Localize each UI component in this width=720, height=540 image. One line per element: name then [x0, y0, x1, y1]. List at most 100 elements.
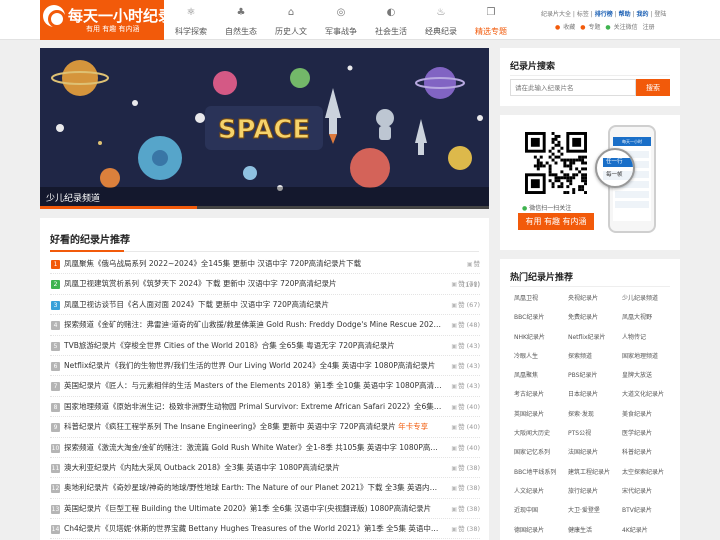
- login-link[interactable]: | 登陆: [650, 11, 666, 18]
- hot-tag[interactable]: BTV纪录片: [618, 501, 676, 520]
- hot-tag[interactable]: 人物传记: [618, 328, 676, 347]
- list-item[interactable]: 1 凤凰聚焦《俄乌战局系列 2022~2024》全145集 更新中 汉语中字 72…: [50, 254, 480, 289]
- ranking-link[interactable]: 排行榜: [595, 11, 613, 18]
- documentary-link[interactable]: 凤凰聚焦《俄乌战局系列 2022~2024》全145集 更新中 汉语中字 720…: [64, 254, 442, 274]
- hot-tag[interactable]: Netflix纪录片: [564, 328, 618, 347]
- hot-tag[interactable]: 近现中国: [510, 501, 564, 520]
- list-item[interactable]: 6 Netflix纪录片《我们的生物世界/我们生活的世界 Our Living W…: [50, 356, 480, 377]
- hot-tag[interactable]: 大卫·爱登堡: [564, 501, 618, 520]
- hot-tag[interactable]: 凤凰卫视: [510, 289, 564, 308]
- nav-featured[interactable]: ❒ 精选专题: [466, 0, 516, 40]
- nav-science[interactable]: ⚛ 科学探索: [166, 0, 216, 40]
- hot-tag[interactable]: 4K纪录片: [618, 521, 676, 540]
- hot-tag[interactable]: 国家记忆系列: [510, 443, 564, 462]
- mine-link[interactable]: 我的: [636, 11, 648, 18]
- like-count[interactable]: 赞 (43): [450, 356, 480, 377]
- nav-military[interactable]: ◎ 军事战争: [316, 0, 366, 40]
- hot-tag[interactable]: 建筑工程纪录片: [564, 463, 618, 482]
- hot-tag[interactable]: 免费纪录片: [564, 308, 618, 327]
- hot-tag[interactable]: 凤凰聚焦: [510, 366, 564, 385]
- like-count[interactable]: 赞 (38): [450, 478, 480, 499]
- like-count[interactable]: 赞 (70): [450, 274, 480, 295]
- nav-classic[interactable]: ♨ 经典纪录: [416, 0, 466, 40]
- hot-tag[interactable]: 冷眼人生: [510, 347, 564, 366]
- documentary-link[interactable]: 奥地利纪录片《奇妙星球/神奇的地球/野性地球 Earth: The Nature…: [64, 478, 442, 498]
- hot-tag[interactable]: 国家地理频道: [618, 347, 676, 366]
- hot-tag[interactable]: 少儿纪录频道: [618, 289, 676, 308]
- topic-link[interactable]: 专题: [588, 24, 600, 31]
- list-item[interactable]: 11 澳大利亚纪录片《内陆大采风 Outback 2018》全3集 英语中字 10…: [50, 458, 480, 479]
- list-item[interactable]: 10 探索频道《激流大淘金/金矿的赌注：激流篇 Gold Rush White W…: [50, 438, 480, 458]
- help-link[interactable]: 帮助: [619, 11, 631, 18]
- search-button[interactable]: 搜索: [636, 79, 670, 96]
- hot-tag[interactable]: 科普纪录片: [618, 443, 676, 462]
- hot-tag[interactable]: 旅行纪录片: [564, 482, 618, 501]
- hot-tag[interactable]: 探索频道: [564, 347, 618, 366]
- hot-tag[interactable]: 太空探索纪录片: [618, 463, 676, 482]
- documentary-link[interactable]: 科普纪录片《疯狂工程学系列 The Insane Engineering》全8集…: [64, 417, 442, 437]
- like-count[interactable]: 赞 (40): [450, 417, 480, 438]
- list-item[interactable]: 9 科普纪录片《疯狂工程学系列 The Insane Engineering》全8…: [50, 417, 480, 438]
- documentary-link[interactable]: Ch4纪录片《贝塔妮·休斯的世界宝藏 Bettany Hughes Treasu…: [64, 519, 442, 539]
- favorite-link[interactable]: 收藏: [563, 24, 575, 31]
- documentary-link[interactable]: 澳大利亚纪录片《内陆大采风 Outback 2018》全3集 英语中字 1080…: [64, 458, 442, 478]
- nav-history[interactable]: ⌂ 历史人文: [266, 0, 316, 40]
- list-item[interactable]: 14 Ch4纪录片《贝塔妮·休斯的世界宝藏 Bettany Hughes Trea…: [50, 519, 480, 540]
- hot-tag[interactable]: PBS纪录片: [564, 366, 618, 385]
- hot-tag[interactable]: 探索·发现: [564, 405, 618, 424]
- documentary-link[interactable]: 凤凰卫视建筑赏析系列《筑梦天下 2024》下载 更新中 汉语中字 720P高清纪…: [64, 274, 442, 294]
- like-count[interactable]: 赞 (38): [450, 499, 480, 520]
- like-count[interactable]: 赞 (67): [450, 295, 480, 316]
- hot-tag[interactable]: 凤凰大视野: [618, 308, 676, 327]
- documentary-link[interactable]: 英国纪录片《巨型工程 Building the Ultimate 2020》第1…: [64, 499, 442, 519]
- documentary-link[interactable]: Netflix纪录片《我们的生物世界/我们生活的世界 Our Living Wo…: [64, 356, 442, 376]
- nav-society[interactable]: ◐ 社会生活: [366, 0, 416, 40]
- like-count[interactable]: 赞 (43): [450, 336, 480, 357]
- hot-tag[interactable]: 大道文化纪录片: [618, 385, 676, 404]
- search-input[interactable]: [510, 79, 636, 96]
- hot-tag[interactable]: 英国纪录片: [510, 405, 564, 424]
- register-link[interactable]: 注册: [643, 24, 655, 31]
- hot-tag[interactable]: BBC纪录片: [510, 308, 564, 327]
- nav-nature[interactable]: ♣ 自然生态: [216, 0, 266, 40]
- hot-tag[interactable]: 医学纪录片: [618, 424, 676, 443]
- site-logo[interactable]: 每天一小时纪录片 有用 有趣 有内涵: [40, 0, 188, 40]
- hot-tag[interactable]: 宋代纪录片: [618, 482, 676, 501]
- wechat-link[interactable]: 关注微信: [614, 24, 638, 31]
- documentary-link[interactable]: 探索频道《金矿的赌注：弗雷迪·道奇的矿山救援/救星佛莱迪 Gold Rush: …: [64, 315, 442, 335]
- like-count[interactable]: 赞 (43): [450, 376, 480, 397]
- top-links-left[interactable]: 纪录片大全 | 标签 |: [541, 11, 593, 18]
- documentary-link[interactable]: 英国纪录片《匠人：与元素相伴的生活 Masters of the Element…: [64, 376, 442, 396]
- hot-tag[interactable]: 人文纪录片: [510, 482, 564, 501]
- like-count[interactable]: 赞 (40): [450, 397, 480, 418]
- hot-tag[interactable]: BBC地平线系列: [510, 463, 564, 482]
- list-item[interactable]: 7 英国纪录片《匠人：与元素相伴的生活 Masters of the Elemen…: [50, 376, 480, 397]
- documentary-link[interactable]: 国家地理频道《原始非洲生记：极致非洲野生动物园 Primal Survivor:…: [64, 397, 442, 417]
- list-item[interactable]: 3 凤凰卫视访谈节目《名人面对面 2024》下载 更新中 汉语中字 720P高清纪…: [50, 295, 480, 316]
- hot-tag[interactable]: 健康生活: [564, 521, 618, 540]
- hot-tag[interactable]: 大阪闻大历史: [510, 424, 564, 443]
- list-item[interactable]: 8 国家地理频道《原始非洲生记：极致非洲野生动物园 Primal Survivor…: [50, 397, 480, 418]
- hot-tag[interactable]: 日本纪录片: [564, 385, 618, 404]
- like-count[interactable]: 赞 (38): [450, 458, 480, 479]
- hot-tag[interactable]: 皇牌大放送: [618, 366, 676, 385]
- documentary-link[interactable]: 探索频道《激流大淘金/金矿的赌注：激流篇 Gold Rush White Wat…: [64, 438, 442, 458]
- list-item[interactable]: 2 凤凰卫视建筑赏析系列《筑梦天下 2024》下载 更新中 汉语中字 720P高清…: [50, 274, 480, 295]
- like-count[interactable]: 赞 (38): [450, 519, 480, 540]
- documentary-link[interactable]: 凤凰卫视访谈节目《名人面对面 2024》下载 更新中 汉语中字 720P高清纪录…: [64, 295, 442, 315]
- list-item[interactable]: 4 探索频道《金矿的赌注：弗雷迪·道奇的矿山救援/救星佛莱迪 Gold Rush:…: [50, 315, 480, 336]
- list-item[interactable]: 12 奥地利纪录片《奇妙星球/神奇的地球/野性地球 Earth: The Natu…: [50, 478, 480, 499]
- hot-tag[interactable]: 央视纪录片: [564, 289, 618, 308]
- like-count[interactable]: 赞 (40): [450, 438, 480, 459]
- hot-tag[interactable]: PTS公视: [564, 424, 618, 443]
- like-count[interactable]: 赞 (48): [450, 315, 480, 336]
- banner-carousel[interactable]: SPACE 少儿纪录频道: [40, 48, 489, 209]
- hot-tag[interactable]: NHK纪录片: [510, 328, 564, 347]
- list-item[interactable]: 13 英国纪录片《巨型工程 Building the Ultimate 2020》…: [50, 499, 480, 520]
- hot-tag[interactable]: 德国纪录片: [510, 521, 564, 540]
- documentary-link[interactable]: TVB旅游纪录片《穿梭全世界 Cities of the World 2018》…: [64, 336, 442, 356]
- hot-tag[interactable]: 美食纪录片: [618, 405, 676, 424]
- hot-tag[interactable]: 法国纪录片: [564, 443, 618, 462]
- list-item[interactable]: 5 TVB旅游纪录片《穿梭全世界 Cities of the World 2018…: [50, 336, 480, 356]
- hot-tag[interactable]: 考古纪录片: [510, 385, 564, 404]
